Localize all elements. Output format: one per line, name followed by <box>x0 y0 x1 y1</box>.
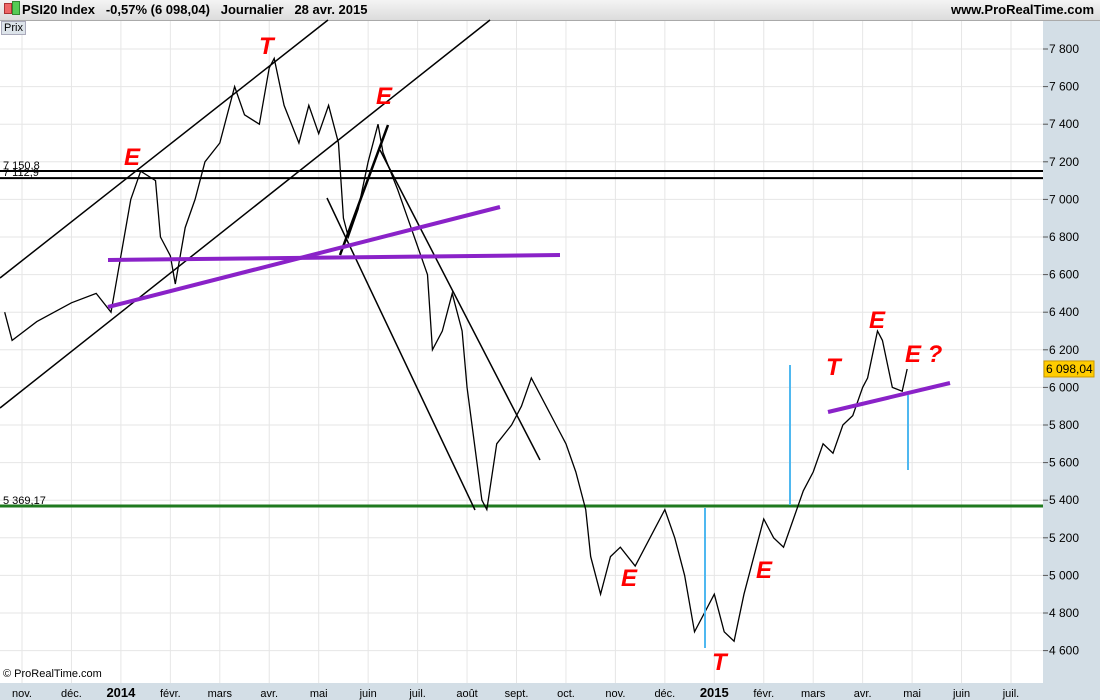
y-tick-label: 4 600 <box>1049 644 1079 658</box>
x-tick-label: mars <box>208 688 233 700</box>
x-tick-label: sept. <box>505 688 529 700</box>
pattern-annotation: E <box>621 565 638 592</box>
x-tick-label: mai <box>310 688 328 700</box>
y-tick-label: 7 600 <box>1049 80 1079 94</box>
x-tick-label: 2015 <box>700 685 729 700</box>
y-tick-label: 5 000 <box>1049 568 1079 582</box>
copyright: © ProRealTime.com <box>3 668 102 680</box>
y-tick-label: 4 800 <box>1049 606 1079 620</box>
y-tick-label: 6 000 <box>1049 380 1079 394</box>
y-tick-label: 6 200 <box>1049 343 1079 357</box>
price-chart: 7 150,87 112,95 369,17 TEEETEETE ? 4 600… <box>0 19 1100 700</box>
x-tick-label: févr. <box>753 688 774 700</box>
x-tick-label: mai <box>903 688 921 700</box>
x-tick-label: févr. <box>160 688 181 700</box>
y-tick-label: 5 600 <box>1049 456 1079 470</box>
x-tick-label: avr. <box>260 688 278 700</box>
pattern-annotation: E ? <box>905 341 943 368</box>
y-tick-label: 5 800 <box>1049 418 1079 432</box>
pattern-annotation: T <box>826 354 843 381</box>
x-tick-label: août <box>456 688 477 700</box>
neckline <box>107 253 561 262</box>
level-label: 7 112,9 <box>3 167 39 179</box>
x-tick-label: avr. <box>854 688 872 700</box>
level-label: 5 369,17 <box>3 495 46 507</box>
y-tick-label: 7 400 <box>1049 117 1079 131</box>
y-tick-label: 6 600 <box>1049 268 1079 282</box>
pattern-annotation: E <box>376 83 393 110</box>
pattern-annotation: E <box>124 144 141 171</box>
x-tick-label: nov. <box>605 688 625 700</box>
x-tick-label: juil. <box>1002 688 1020 700</box>
pattern-annotation: E <box>869 307 886 334</box>
x-tick-label: déc. <box>654 688 675 700</box>
current-price-label: 6 098,04 <box>1046 362 1093 376</box>
pattern-annotation: E <box>756 557 773 584</box>
prix-label: Prix <box>1 21 26 35</box>
y-tick-label: 6 400 <box>1049 305 1079 319</box>
y-tick-label: 5 200 <box>1049 531 1079 545</box>
y-tick-label: 7 000 <box>1049 192 1079 206</box>
x-tick-label: mars <box>801 688 826 700</box>
y-tick-label: 5 400 <box>1049 493 1079 507</box>
x-tick-label: déc. <box>61 688 82 700</box>
channel-upper-line <box>0 19 329 279</box>
pattern-annotation: T <box>712 649 729 676</box>
x-tick-label: juin <box>952 688 970 700</box>
x-tick-label: juin <box>359 688 377 700</box>
y-tick-label: 7 200 <box>1049 155 1079 169</box>
y-tick-label: 6 800 <box>1049 230 1079 244</box>
x-tick-label: juil. <box>408 688 426 700</box>
x-tick-label: oct. <box>557 688 575 700</box>
x-tick-label: 2014 <box>106 685 136 700</box>
purple-lines <box>107 205 951 414</box>
x-tick-label: nov. <box>12 688 32 700</box>
pattern-annotation: T <box>259 33 276 60</box>
y-tick-label: 7 800 <box>1049 42 1079 56</box>
